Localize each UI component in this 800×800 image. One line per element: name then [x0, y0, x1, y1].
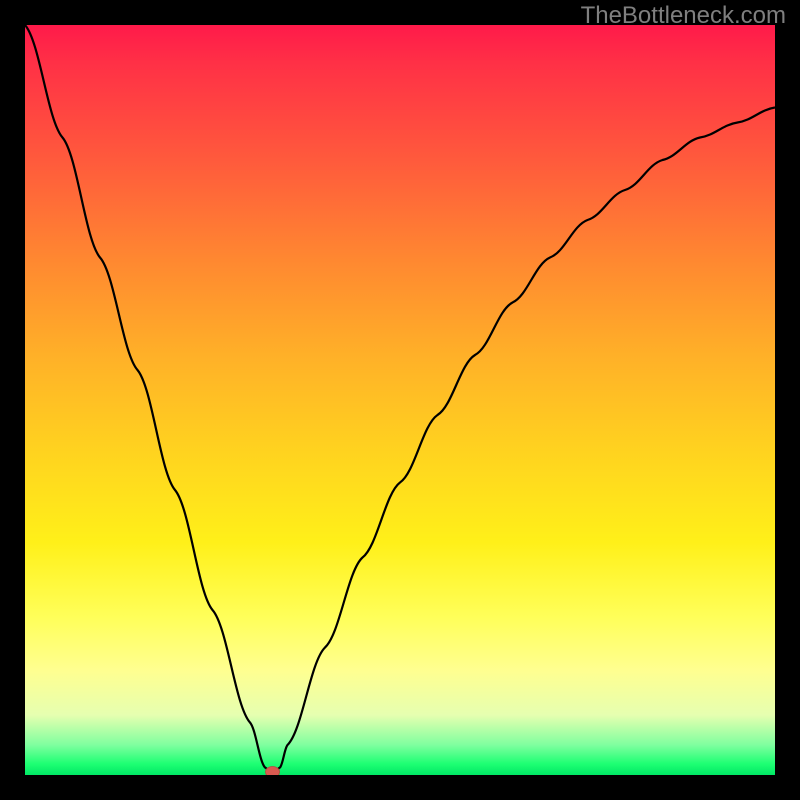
chart-plot-area: [25, 25, 775, 775]
bottleneck-curve: [25, 25, 775, 775]
minimum-marker: [266, 767, 280, 776]
watermark-text: TheBottleneck.com: [581, 2, 786, 30]
